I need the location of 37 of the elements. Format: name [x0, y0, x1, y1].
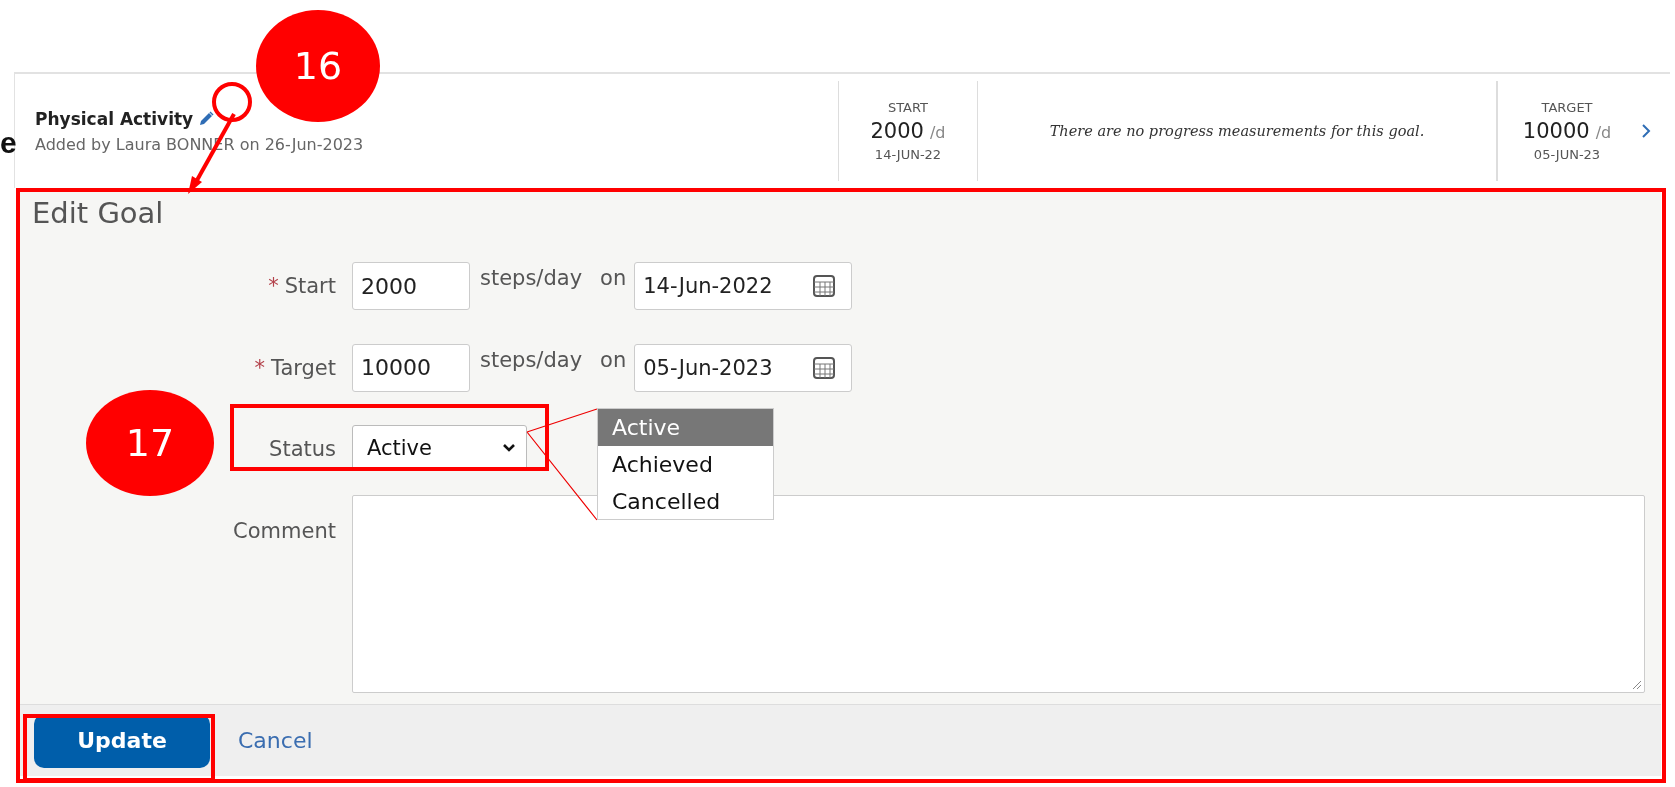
highlight-ring [212, 82, 252, 122]
stat-unit: /d [929, 123, 946, 142]
number-field[interactable]: 10000 [352, 343, 470, 392]
chevron-down-icon [502, 443, 516, 453]
required-mark: * [268, 274, 279, 298]
field-label: Status [269, 437, 336, 461]
unit-text: steps/day [480, 266, 583, 290]
comment-field[interactable] [352, 494, 1645, 693]
stat-value: 10000 [1522, 119, 1590, 143]
calendar-icon [813, 275, 836, 297]
no-progress-message: There are no progress measurements for this goal. [1049, 123, 1425, 139]
date-field[interactable]: 05-Jun-2023 [634, 343, 853, 392]
on-text: on [600, 347, 627, 372]
date-field[interactable]: 14-Jun-2022 [634, 262, 853, 310]
unit-text: steps/day [480, 347, 583, 372]
dropdown-option[interactable]: Active [598, 409, 773, 446]
stat-date: 14-JUN-22 [874, 147, 942, 162]
stat-date: 05-JUN-23 [1533, 147, 1601, 162]
goal-title: Physical Activity [35, 108, 194, 129]
cancel-link[interactable]: Cancel [238, 728, 313, 753]
calendar-icon [813, 356, 836, 379]
step-number-badge: 16 [256, 10, 380, 122]
dropdown-option[interactable]: Achieved [598, 446, 773, 483]
stat-value: 2000 [870, 119, 924, 143]
dropdown-option[interactable]: Cancelled [598, 483, 773, 519]
field-label: Comment [233, 518, 336, 543]
required-mark: * [254, 355, 266, 380]
stat-unit: /d [1595, 123, 1612, 142]
field-label: Start [284, 274, 336, 298]
panel-title: Edit Goal [32, 196, 164, 232]
number-field[interactable]: 2000 [352, 262, 470, 310]
stat-label: START [887, 100, 929, 115]
field-label: Target [271, 355, 336, 380]
stat-label: TARGET [1541, 100, 1593, 115]
chevron-right-icon[interactable] [1640, 122, 1652, 140]
cut-off-text: e [0, 126, 17, 160]
on-text: on [600, 266, 627, 290]
